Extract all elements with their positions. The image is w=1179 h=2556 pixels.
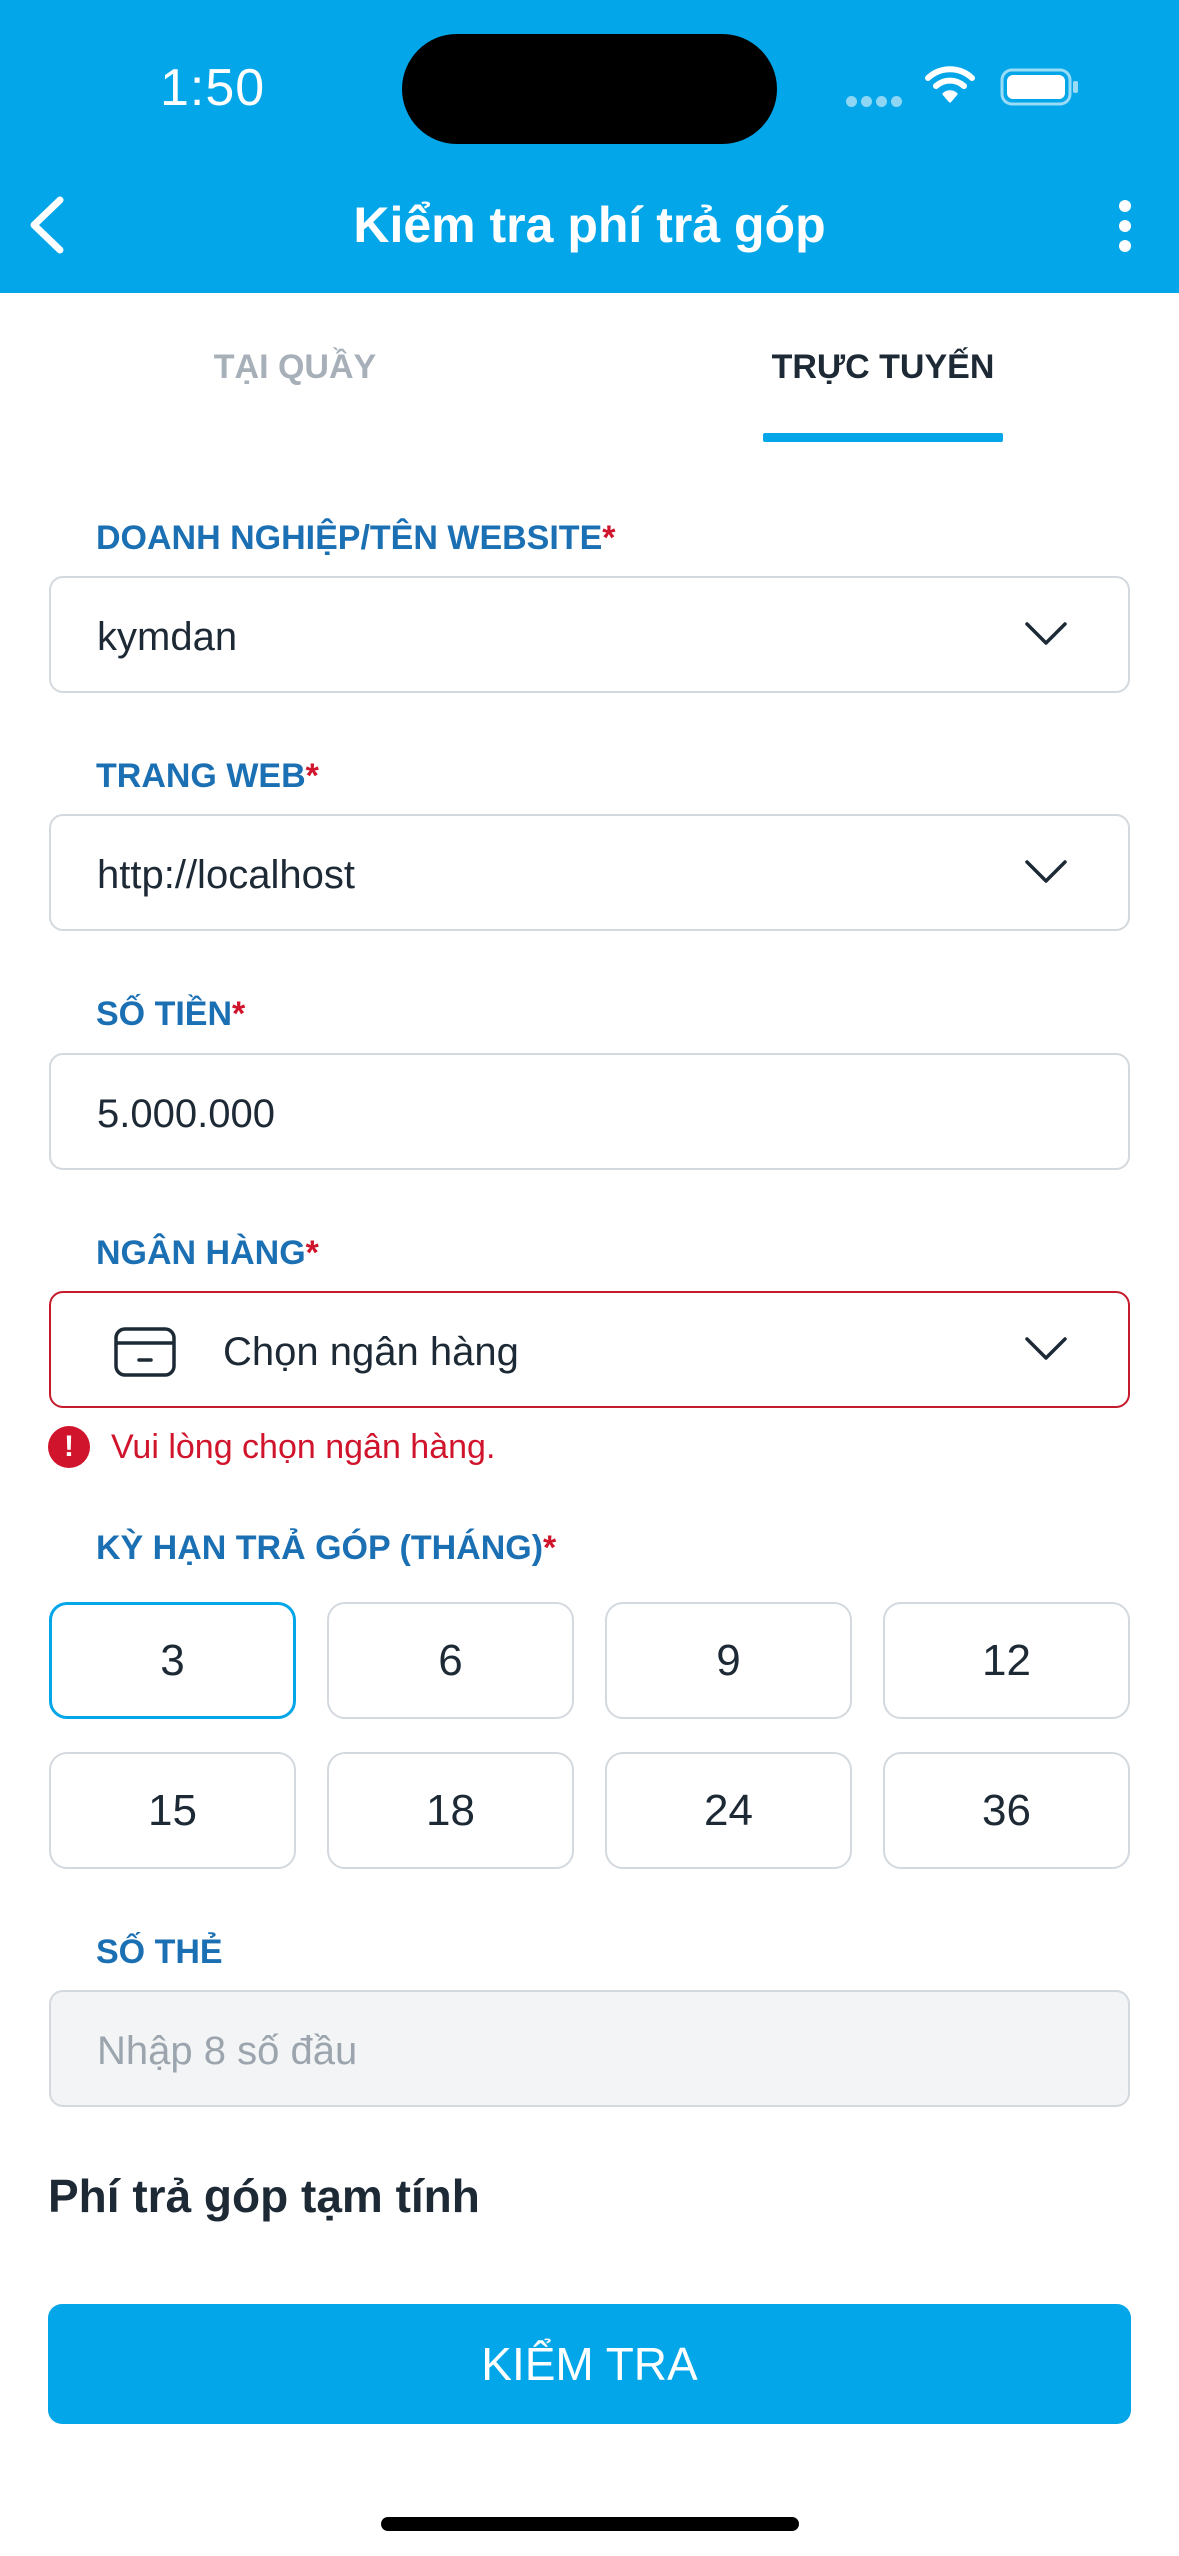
amount-label: SỐ TIỀN* <box>96 995 246 1033</box>
wifi-icon <box>925 66 975 103</box>
status-time: 1:50 <box>160 59 266 117</box>
more-vertical-icon[interactable] <box>1112 198 1138 254</box>
chevron-down-icon <box>1025 622 1067 645</box>
card-label: SỐ THẺ <box>96 1933 223 1971</box>
term-option-24[interactable]: 24 <box>605 1752 852 1869</box>
error-icon: ! <box>48 1426 90 1468</box>
term-label: KỲ HẠN TRẢ GÓP (THÁNG)* <box>96 1529 557 1567</box>
cellular-signal-icon <box>846 94 906 112</box>
term-option-6[interactable]: 6 <box>327 1602 574 1719</box>
amount-value: 5.000.000 <box>97 1092 275 1136</box>
page-title: Kiểm tra phí trả góp <box>353 197 826 253</box>
business-select[interactable]: kymdan <box>49 576 1130 693</box>
bank-error-message: Vui lòng chọn ngân hàng. <box>111 1428 496 1466</box>
check-button[interactable]: KIỂM TRA <box>48 2304 1131 2424</box>
tab-at-counter[interactable]: TẠI QUẦY <box>145 345 445 389</box>
business-label: DOANH NGHIỆP/TÊN WEBSITE* <box>96 519 616 557</box>
card-number-input[interactable]: Nhập 8 số đầu <box>49 1990 1130 2107</box>
term-option-9[interactable]: 9 <box>605 1602 852 1719</box>
estimate-title: Phí trả góp tạm tính <box>48 2170 480 2222</box>
term-option-15[interactable]: 15 <box>49 1752 296 1869</box>
card-number-placeholder: Nhập 8 số đầu <box>97 2029 358 2073</box>
bank-placeholder: Chọn ngân hàng <box>223 1330 519 1374</box>
website-value: http://localhost <box>97 853 355 897</box>
home-indicator <box>381 2517 799 2531</box>
chevron-down-icon <box>1025 860 1067 883</box>
bank-label: NGÂN HÀNG* <box>96 1234 319 1272</box>
term-option-3[interactable]: 3 <box>49 1602 296 1719</box>
bank-card-icon <box>114 1327 176 1377</box>
amount-input[interactable]: 5.000.000 <box>49 1053 1130 1170</box>
bank-select[interactable]: Chọn ngân hàng <box>49 1291 1130 1408</box>
term-option-12[interactable]: 12 <box>883 1602 1130 1719</box>
term-option-36[interactable]: 36 <box>883 1752 1130 1869</box>
website-select[interactable]: http://localhost <box>49 814 1130 931</box>
website-label: TRANG WEB* <box>96 757 319 795</box>
battery-icon <box>1000 68 1078 106</box>
app-header: 1:50 Kiểm tra phí trả góp <box>0 0 1179 293</box>
dynamic-island <box>402 34 777 144</box>
tab-bar: TẠI QUẦY TRỰC TUYẾN <box>0 293 1179 443</box>
term-option-18[interactable]: 18 <box>327 1752 574 1869</box>
tab-online[interactable]: TRỰC TUYẾN <box>733 345 1033 389</box>
business-value: kymdan <box>97 615 238 659</box>
active-tab-indicator <box>763 433 1003 442</box>
chevron-down-icon <box>1025 1337 1067 1360</box>
